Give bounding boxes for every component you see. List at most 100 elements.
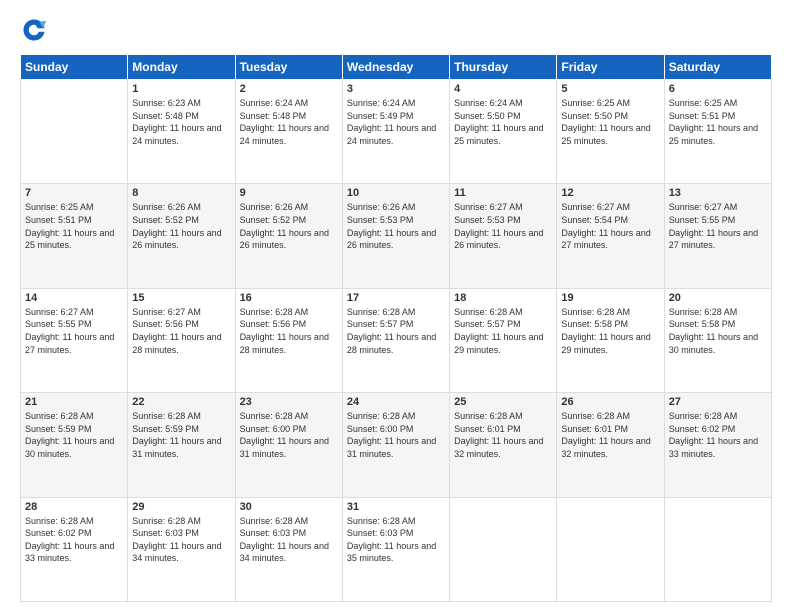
weekday-row: SundayMondayTuesdayWednesdayThursdayFrid… — [21, 55, 772, 80]
day-number: 13 — [669, 187, 767, 199]
day-info: Sunrise: 6:28 AMSunset: 6:03 PMDaylight:… — [240, 515, 338, 565]
header — [20, 16, 772, 44]
calendar-table: SundayMondayTuesdayWednesdayThursdayFrid… — [20, 54, 772, 602]
day-info: Sunrise: 6:24 AMSunset: 5:50 PMDaylight:… — [454, 97, 552, 147]
calendar-week-1: 7 Sunrise: 6:25 AMSunset: 5:51 PMDaylight… — [21, 184, 772, 288]
day-number: 29 — [132, 501, 230, 513]
day-info: Sunrise: 6:28 AMSunset: 6:02 PMDaylight:… — [25, 515, 123, 565]
day-info: Sunrise: 6:25 AMSunset: 5:50 PMDaylight:… — [561, 97, 659, 147]
calendar-cell: 9Sunrise: 6:26 AMSunset: 5:52 PMDaylight… — [235, 184, 342, 288]
calendar-cell: 5 Sunrise: 6:25 AMSunset: 5:50 PMDaylight… — [557, 80, 664, 184]
calendar-cell: 24 Sunrise: 6:28 AMSunset: 6:00 PMDayligh… — [342, 393, 449, 497]
day-number: 7 — [25, 187, 123, 199]
day-info: Sunrise: 6:28 AMSunset: 5:58 PMDaylight:… — [669, 306, 767, 356]
calendar-cell: 21 Sunrise: 6:28 AMSunset: 5:59 PMDayligh… — [21, 393, 128, 497]
day-info: Sunrise: 6:28 AMSunset: 5:59 PMDaylight:… — [25, 410, 123, 460]
calendar-cell: 26 Sunrise: 6:28 AMSunset: 6:01 PMDayligh… — [557, 393, 664, 497]
day-number: 31 — [347, 501, 445, 513]
calendar-header: SundayMondayTuesdayWednesdayThursdayFrid… — [21, 55, 772, 80]
calendar-cell: 31 Sunrise: 6:28 AMSunset: 6:03 PMDayligh… — [342, 497, 449, 601]
day-info: Sunrise: 6:24 AMSunset: 5:49 PMDaylight:… — [347, 97, 445, 147]
day-number: 8 — [132, 187, 230, 199]
day-number: 1 — [132, 83, 230, 95]
calendar-cell: 28 Sunrise: 6:28 AMSunset: 6:02 PMDayligh… — [21, 497, 128, 601]
calendar-cell: 17 Sunrise: 6:28 AMSunset: 5:57 PMDayligh… — [342, 288, 449, 392]
calendar-cell: 10 Sunrise: 6:26 AMSunset: 5:53 PMDayligh… — [342, 184, 449, 288]
day-number: 15 — [132, 292, 230, 304]
day-number: 5 — [561, 83, 659, 95]
weekday-header-sunday: Sunday — [21, 55, 128, 80]
calendar-cell: 8 Sunrise: 6:26 AMSunset: 5:52 PMDaylight… — [128, 184, 235, 288]
day-number: 27 — [669, 396, 767, 408]
page: SundayMondayTuesdayWednesdayThursdayFrid… — [0, 0, 792, 612]
calendar-cell: 12 Sunrise: 6:27 AMSunset: 5:54 PMDayligh… — [557, 184, 664, 288]
day-number: 3 — [347, 83, 445, 95]
calendar-cell: 20 Sunrise: 6:28 AMSunset: 5:58 PMDayligh… — [664, 288, 771, 392]
day-number: 30 — [240, 501, 338, 513]
day-number: 20 — [669, 292, 767, 304]
day-number: 12 — [561, 187, 659, 199]
calendar-week-2: 14 Sunrise: 6:27 AMSunset: 5:55 PMDayligh… — [21, 288, 772, 392]
day-info: Sunrise: 6:28 AMSunset: 6:01 PMDaylight:… — [561, 410, 659, 460]
day-number: 10 — [347, 187, 445, 199]
calendar-cell: 7 Sunrise: 6:25 AMSunset: 5:51 PMDaylight… — [21, 184, 128, 288]
calendar-week-4: 28 Sunrise: 6:28 AMSunset: 6:02 PMDayligh… — [21, 497, 772, 601]
day-number: 11 — [454, 187, 552, 199]
calendar-cell: 23 Sunrise: 6:28 AMSunset: 6:00 PMDayligh… — [235, 393, 342, 497]
weekday-header-monday: Monday — [128, 55, 235, 80]
day-info: Sunrise: 6:24 AMSunset: 5:48 PMDaylight:… — [240, 97, 338, 147]
day-info: Sunrise: 6:27 AMSunset: 5:55 PMDaylight:… — [669, 201, 767, 251]
day-number: 24 — [347, 396, 445, 408]
day-info: Sunrise: 6:27 AMSunset: 5:56 PMDaylight:… — [132, 306, 230, 356]
logo — [20, 16, 52, 44]
calendar-week-0: 1 Sunrise: 6:23 AMSunset: 5:48 PMDaylight… — [21, 80, 772, 184]
day-info: Sunrise: 6:28 AMSunset: 6:00 PMDaylight:… — [240, 410, 338, 460]
day-info: Sunrise: 6:27 AMSunset: 5:54 PMDaylight:… — [561, 201, 659, 251]
day-info: Sunrise: 6:28 AMSunset: 6:01 PMDaylight:… — [454, 410, 552, 460]
calendar-cell: 16Sunrise: 6:28 AMSunset: 5:56 PMDayligh… — [235, 288, 342, 392]
calendar-cell — [664, 497, 771, 601]
calendar-cell: 30 Sunrise: 6:28 AMSunset: 6:03 PMDayligh… — [235, 497, 342, 601]
calendar-cell: 14 Sunrise: 6:27 AMSunset: 5:55 PMDayligh… — [21, 288, 128, 392]
day-number: 17 — [347, 292, 445, 304]
day-number: 18 — [454, 292, 552, 304]
day-info: Sunrise: 6:28 AMSunset: 5:57 PMDaylight:… — [347, 306, 445, 356]
logo-icon — [20, 16, 48, 44]
day-number: 4 — [454, 83, 552, 95]
weekday-header-tuesday: Tuesday — [235, 55, 342, 80]
day-info: Sunrise: 6:26 AMSunset: 5:52 PMDaylight:… — [132, 201, 230, 251]
calendar-cell: 29 Sunrise: 6:28 AMSunset: 6:03 PMDayligh… — [128, 497, 235, 601]
weekday-header-thursday: Thursday — [450, 55, 557, 80]
day-info: Sunrise: 6:28 AMSunset: 6:00 PMDaylight:… — [347, 410, 445, 460]
day-number: 21 — [25, 396, 123, 408]
calendar-cell — [450, 497, 557, 601]
calendar-cell — [21, 80, 128, 184]
day-number: 23 — [240, 396, 338, 408]
day-info: Sunrise: 6:28 AMSunset: 6:02 PMDaylight:… — [669, 410, 767, 460]
day-number: 22 — [132, 396, 230, 408]
calendar-cell: 25Sunrise: 6:28 AMSunset: 6:01 PMDayligh… — [450, 393, 557, 497]
day-info: Sunrise: 6:27 AMSunset: 5:53 PMDaylight:… — [454, 201, 552, 251]
day-number: 19 — [561, 292, 659, 304]
calendar-cell: 15 Sunrise: 6:27 AMSunset: 5:56 PMDayligh… — [128, 288, 235, 392]
calendar-cell: 11 Sunrise: 6:27 AMSunset: 5:53 PMDayligh… — [450, 184, 557, 288]
weekday-header-friday: Friday — [557, 55, 664, 80]
day-number: 28 — [25, 501, 123, 513]
calendar-cell: 1 Sunrise: 6:23 AMSunset: 5:48 PMDaylight… — [128, 80, 235, 184]
day-info: Sunrise: 6:28 AMSunset: 6:03 PMDaylight:… — [132, 515, 230, 565]
day-number: 26 — [561, 396, 659, 408]
day-info: Sunrise: 6:25 AMSunset: 5:51 PMDaylight:… — [669, 97, 767, 147]
day-info: Sunrise: 6:28 AMSunset: 5:56 PMDaylight:… — [240, 306, 338, 356]
day-number: 14 — [25, 292, 123, 304]
day-info: Sunrise: 6:28 AMSunset: 6:03 PMDaylight:… — [347, 515, 445, 565]
calendar-cell: 18Sunrise: 6:28 AMSunset: 5:57 PMDayligh… — [450, 288, 557, 392]
day-info: Sunrise: 6:25 AMSunset: 5:51 PMDaylight:… — [25, 201, 123, 251]
day-info: Sunrise: 6:28 AMSunset: 5:59 PMDaylight:… — [132, 410, 230, 460]
day-info: Sunrise: 6:23 AMSunset: 5:48 PMDaylight:… — [132, 97, 230, 147]
day-info: Sunrise: 6:26 AMSunset: 5:53 PMDaylight:… — [347, 201, 445, 251]
weekday-header-saturday: Saturday — [664, 55, 771, 80]
calendar-cell: 22 Sunrise: 6:28 AMSunset: 5:59 PMDayligh… — [128, 393, 235, 497]
day-info: Sunrise: 6:27 AMSunset: 5:55 PMDaylight:… — [25, 306, 123, 356]
calendar-body: 1 Sunrise: 6:23 AMSunset: 5:48 PMDaylight… — [21, 80, 772, 602]
day-number: 2 — [240, 83, 338, 95]
